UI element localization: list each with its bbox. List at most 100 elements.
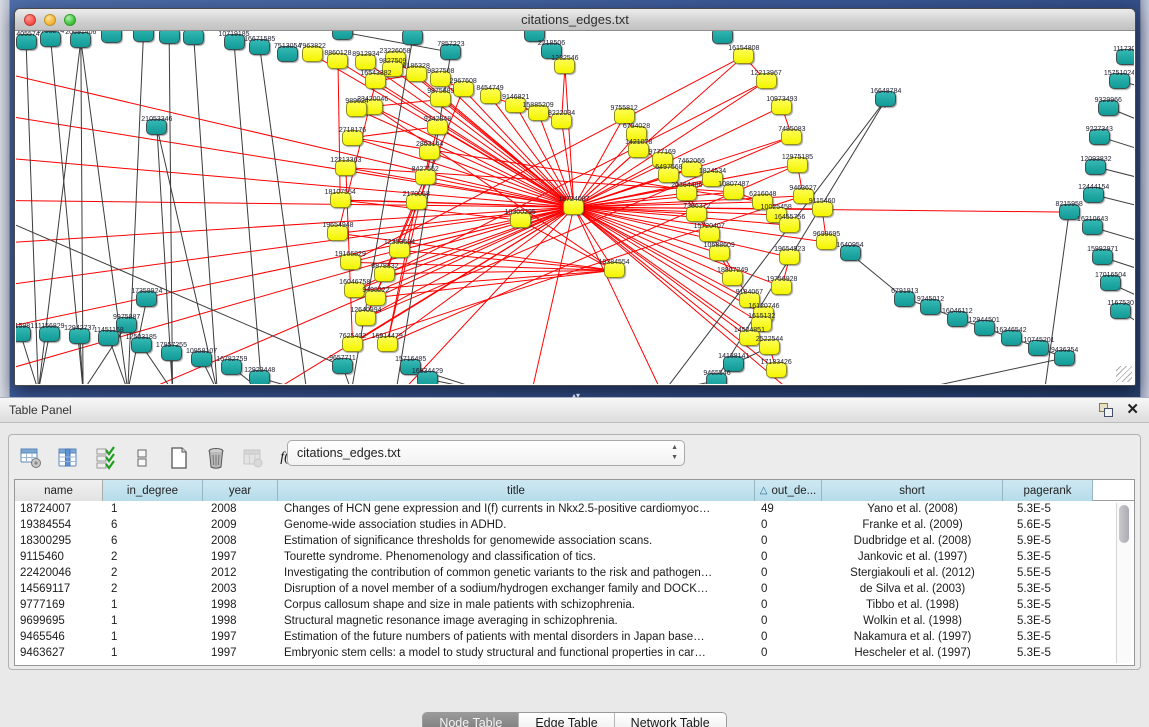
network-node[interactable] — [344, 282, 365, 298]
network-node[interactable] — [406, 66, 427, 82]
network-node[interactable] — [16, 326, 31, 342]
network-node[interactable] — [277, 46, 298, 62]
network-node[interactable] — [723, 356, 744, 372]
network-node[interactable] — [98, 330, 119, 346]
network-node[interactable] — [652, 152, 673, 168]
network-node[interactable] — [1085, 159, 1106, 175]
table-row[interactable]: 946554611997Estimation of the future num… — [15, 629, 1134, 645]
network-node[interactable] — [302, 46, 323, 62]
splitter-handle-icon[interactable]: ▴▾ — [570, 393, 582, 399]
network-node[interactable] — [406, 194, 427, 210]
network-node[interactable] — [101, 31, 122, 43]
network-node[interactable] — [136, 291, 157, 307]
network-node[interactable] — [1110, 303, 1131, 319]
network-node[interactable] — [1059, 204, 1080, 220]
network-node[interactable] — [1116, 49, 1134, 65]
table-row[interactable]: 946362711997Embryonic stem cells: a mode… — [15, 645, 1134, 661]
network-node[interactable] — [551, 113, 572, 129]
network-node[interactable] — [133, 31, 154, 42]
network-node[interactable] — [335, 160, 356, 176]
network-node[interactable] — [793, 188, 814, 204]
network-node[interactable] — [332, 358, 353, 374]
network-node[interactable] — [40, 31, 61, 47]
network-node[interactable] — [528, 105, 549, 121]
network-node[interactable] — [894, 291, 915, 307]
network-node[interactable] — [699, 226, 720, 242]
network-node[interactable] — [1100, 275, 1121, 291]
import-table-icon[interactable] — [239, 444, 267, 472]
network-node[interactable] — [183, 31, 204, 45]
column-header-title[interactable]: title — [278, 480, 755, 501]
network-node[interactable] — [658, 167, 679, 183]
network-node[interactable] — [453, 81, 474, 97]
network-node[interactable] — [365, 290, 386, 306]
network-node[interactable] — [628, 142, 649, 158]
network-node[interactable] — [221, 359, 242, 375]
network-node[interactable] — [524, 31, 545, 42]
network-node[interactable] — [604, 262, 625, 278]
table-settings-icon[interactable] — [17, 444, 45, 472]
network-node[interactable] — [402, 31, 423, 45]
row-height-icon[interactable] — [128, 444, 156, 472]
table-row[interactable]: 977716911998Corpus callosum shape and si… — [15, 597, 1134, 613]
network-node[interactable] — [355, 310, 376, 326]
network-node[interactable] — [702, 171, 723, 187]
table-row[interactable]: 1872400712008Changes of HCN gene express… — [15, 501, 1134, 517]
network-node[interactable] — [947, 311, 968, 327]
network-node[interactable] — [340, 254, 361, 270]
network-node[interactable] — [1092, 249, 1113, 265]
network-node[interactable] — [974, 320, 995, 336]
network-node[interactable] — [756, 73, 777, 89]
network-node[interactable] — [355, 54, 376, 70]
network-node[interactable] — [875, 91, 896, 107]
network-node[interactable] — [712, 31, 733, 44]
select-columns-icon[interactable] — [54, 444, 82, 472]
network-node[interactable] — [563, 199, 584, 215]
column-header-in_degree[interactable]: in_degree — [103, 480, 203, 501]
table-scrollbar[interactable] — [1116, 503, 1131, 663]
tab-edge-table[interactable]: Edge Table — [519, 713, 614, 727]
network-node[interactable] — [766, 362, 787, 378]
network-node[interactable] — [342, 130, 363, 146]
network-node[interactable] — [709, 245, 730, 261]
network-node[interactable] — [327, 225, 348, 241]
network-node[interactable] — [377, 336, 398, 352]
column-header-name[interactable]: name — [15, 480, 103, 501]
column-header-pagerank[interactable]: pagerank — [1003, 480, 1093, 501]
network-node[interactable] — [116, 317, 137, 333]
network-node[interactable] — [417, 371, 438, 384]
table-row[interactable]: 1456911722003Disruption of a novel membe… — [15, 581, 1134, 597]
network-node[interactable] — [440, 44, 461, 60]
network-node[interactable] — [415, 169, 436, 185]
network-node[interactable] — [626, 126, 647, 142]
table-row[interactable]: 911546021997Tourette syndrome. Phenomeno… — [15, 549, 1134, 565]
table-row[interactable]: 2242004622012Investigating the contribut… — [15, 565, 1134, 581]
network-node[interactable] — [1098, 100, 1119, 116]
network-node[interactable] — [131, 337, 152, 353]
network-node[interactable] — [430, 91, 451, 107]
column-header-out_de[interactable]: △out_de... — [755, 480, 822, 501]
network-node[interactable] — [327, 53, 348, 69]
table-row[interactable]: 1830029562008Estimation of significance … — [15, 533, 1134, 549]
network-node[interactable] — [812, 201, 833, 217]
network-node[interactable] — [554, 58, 575, 74]
network-node[interactable] — [759, 339, 780, 355]
network-node[interactable] — [146, 119, 167, 135]
network-node[interactable] — [771, 99, 792, 115]
network-node[interactable] — [346, 101, 367, 117]
network-node[interactable] — [1028, 340, 1049, 356]
network-node[interactable] — [191, 351, 212, 367]
network-node[interactable] — [541, 43, 562, 59]
network-node[interactable] — [16, 34, 37, 50]
network-node[interactable] — [739, 292, 760, 308]
network-node[interactable] — [1001, 330, 1022, 346]
network-node[interactable] — [781, 129, 802, 145]
network-node[interactable] — [389, 242, 410, 258]
network-node[interactable] — [686, 206, 707, 222]
network-node[interactable] — [779, 217, 800, 233]
table-panel-header[interactable]: ▴▾ Table Panel ✕ — [0, 397, 1149, 423]
network-node[interactable] — [840, 245, 861, 261]
scrollbar-thumb[interactable] — [1119, 505, 1129, 543]
network-node[interactable] — [614, 108, 635, 124]
network-node[interactable] — [159, 31, 180, 44]
